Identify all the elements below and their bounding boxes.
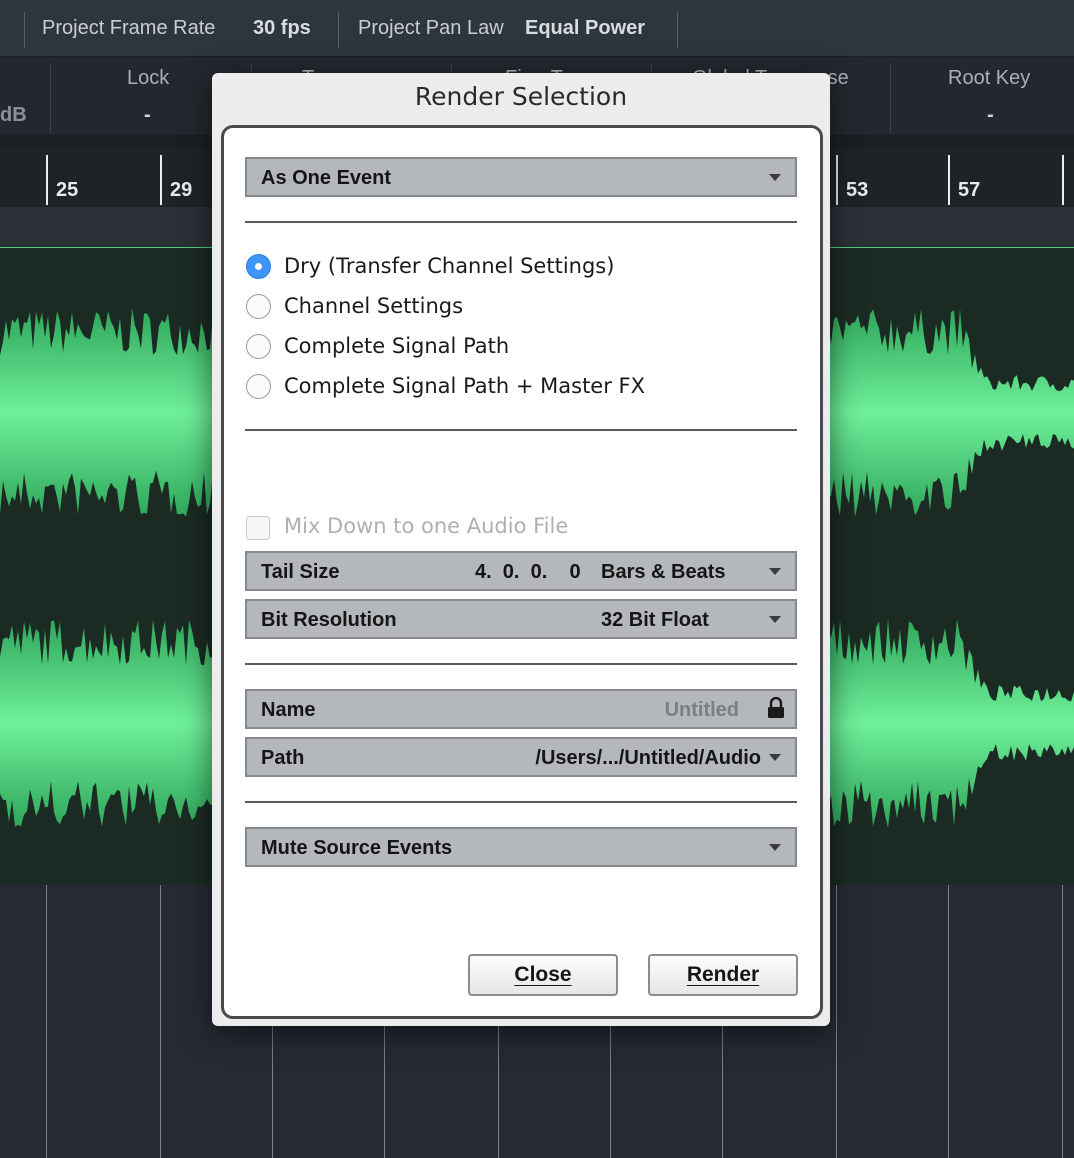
ruler-tick (46, 155, 48, 205)
lock-value[interactable]: - (144, 104, 151, 127)
grid-line (498, 1026, 499, 1158)
grid-line (610, 1026, 611, 1158)
tail-size-field[interactable]: Tail Size 4. 0. 0. 0 Bars & Beats (245, 551, 797, 591)
radio-button[interactable] (246, 294, 271, 319)
frame-rate-label: Project Frame Rate (42, 17, 216, 39)
name-value[interactable]: Untitled (665, 699, 739, 722)
root-key-value[interactable]: - (987, 104, 994, 127)
render-button-label: Render (686, 963, 760, 986)
bit-resolution-value: 32 Bit Float (601, 609, 709, 631)
grid-line (1062, 885, 1063, 1158)
chevron-down-icon (769, 754, 781, 761)
separator (24, 12, 25, 48)
grid-line (272, 1026, 273, 1158)
bit-resolution-select[interactable]: Bit Resolution 32 Bit Float (245, 599, 797, 639)
frame-rate-value[interactable]: 30 fps (253, 17, 311, 40)
lock-icon[interactable] (767, 696, 785, 725)
option-label: Dry (Transfer Channel Settings) (284, 254, 615, 278)
option-label: Complete Signal Path (284, 334, 510, 358)
render-button[interactable]: Render (648, 954, 798, 996)
option-label: Channel Settings (284, 294, 464, 318)
name-label: Name (261, 699, 316, 721)
chevron-down-icon (769, 616, 781, 623)
mute-source-value: Mute Source Events (261, 837, 453, 859)
tail-size-label: Tail Size (261, 561, 340, 583)
ruler-bar-number: 29 (170, 179, 193, 201)
ruler-tick (1062, 155, 1064, 205)
radio-button[interactable] (246, 374, 271, 399)
grid-line (46, 885, 47, 1158)
root-key-label: Root Key (948, 67, 1031, 89)
separator (50, 63, 51, 133)
separator (338, 12, 339, 48)
ruler-bar-number: 25 (56, 179, 79, 201)
separator (890, 63, 891, 133)
divider (245, 663, 797, 665)
grid-line (384, 1026, 385, 1158)
chevron-down-icon (769, 174, 781, 181)
name-field[interactable]: Name Untitled (245, 689, 797, 729)
render-mode-value: As One Event (261, 167, 392, 189)
db-value: dB (0, 104, 27, 126)
grid-line (836, 885, 837, 1158)
divider (245, 221, 797, 223)
pan-law-value[interactable]: Equal Power (525, 17, 645, 40)
ruler-bar-number: 57 (958, 179, 981, 201)
radio-button[interactable] (246, 254, 271, 279)
ruler-tick (160, 155, 162, 205)
pan-law-label: Project Pan Law (358, 17, 504, 39)
path-value[interactable]: /Users/.../Untitled/Audio (535, 747, 761, 770)
project-setup-bar: Project Frame Rate 30 fps Project Pan La… (0, 0, 1074, 57)
path-field[interactable]: Path /Users/.../Untitled/Audio (245, 737, 797, 777)
bit-resolution-label: Bit Resolution (261, 609, 397, 631)
chevron-down-icon (769, 568, 781, 575)
close-button[interactable]: Close (468, 954, 618, 996)
close-button-label: Close (514, 963, 572, 986)
ruler-tick (948, 155, 950, 205)
dialog-title[interactable]: Render Selection (212, 73, 830, 121)
lock-label: Lock (127, 67, 170, 89)
divider (245, 429, 797, 431)
ruler-bar-number: 53 (846, 179, 869, 201)
grid-line (160, 885, 161, 1158)
grid-line (722, 1026, 723, 1158)
mute-source-select[interactable]: Mute Source Events (245, 827, 797, 867)
render-selection-dialog: Render Selection As One Event Dry (Trans… (212, 73, 830, 1026)
path-label: Path (261, 747, 305, 769)
option-label: Complete Signal Path + Master FX (284, 374, 645, 398)
mixdown-checkbox (246, 516, 270, 540)
radio-button[interactable] (246, 334, 271, 359)
ruler-tick (836, 155, 838, 205)
tail-size-unit[interactable]: Bars & Beats (601, 561, 726, 584)
divider (245, 801, 797, 803)
separator (677, 12, 678, 48)
chevron-down-icon (769, 844, 781, 851)
dialog-panel: As One Event Dry (Transfer Channel Setti… (221, 125, 823, 1019)
mixdown-label: Mix Down to one Audio File (284, 514, 569, 538)
tail-size-value[interactable]: 4. 0. 0. 0 (475, 561, 581, 584)
grid-line (948, 885, 949, 1158)
render-mode-select[interactable]: As One Event (245, 157, 797, 197)
